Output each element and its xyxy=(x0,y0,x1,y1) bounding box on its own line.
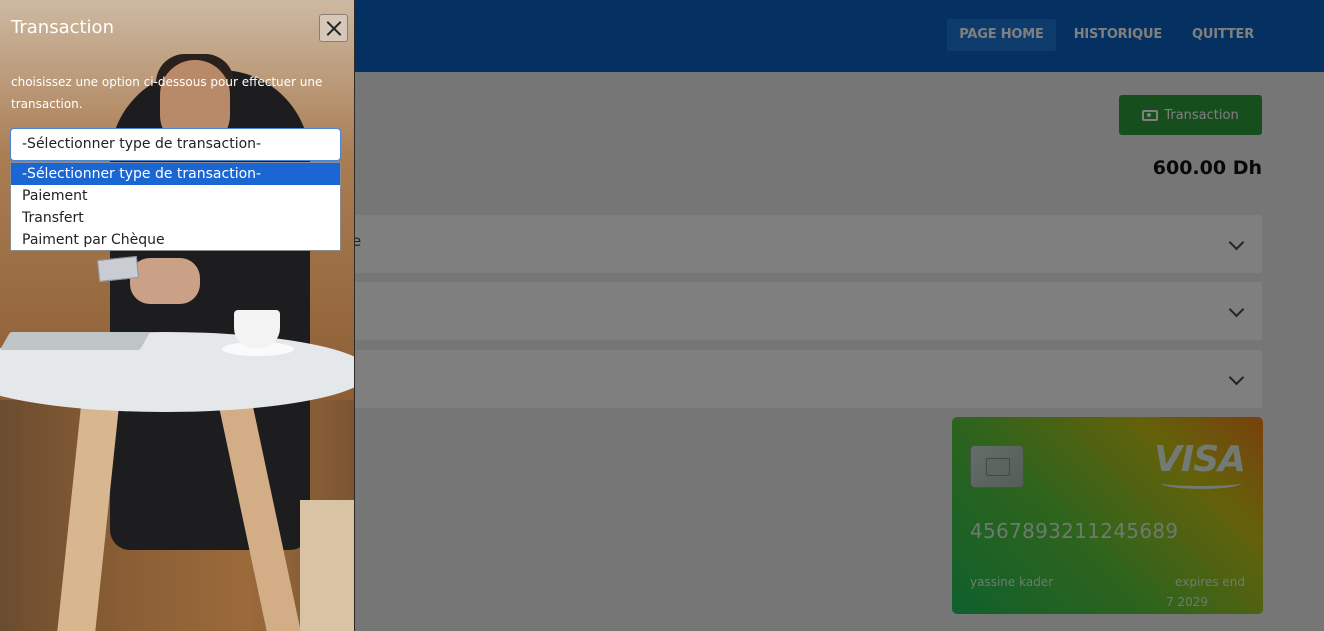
photo-card xyxy=(96,255,140,283)
transaction-type-select[interactable]: -Sélectionner type de transaction- xyxy=(10,128,341,161)
dropdown-option-transfert[interactable]: Transfert xyxy=(11,207,340,229)
transaction-side-panel: Transaction choisissez une option ci-des… xyxy=(0,0,355,631)
photo-hand xyxy=(130,258,200,304)
photo-bag xyxy=(300,500,354,631)
photo-tablet xyxy=(0,332,151,350)
close-icon[interactable] xyxy=(319,14,348,42)
dropdown-option-placeholder[interactable]: -Sélectionner type de transaction- xyxy=(11,163,340,185)
panel-description: choisissez une option ci-dessous pour ef… xyxy=(11,75,323,111)
dropdown-option-paiment-par-cheque[interactable]: Paiment par Chèque xyxy=(11,229,340,251)
photo-cup xyxy=(234,310,280,348)
transaction-type-dropdown: -Sélectionner type de transaction- Paiem… xyxy=(10,162,341,251)
panel-title: Transaction xyxy=(11,17,114,38)
dropdown-option-paiement[interactable]: Paiement xyxy=(11,185,340,207)
